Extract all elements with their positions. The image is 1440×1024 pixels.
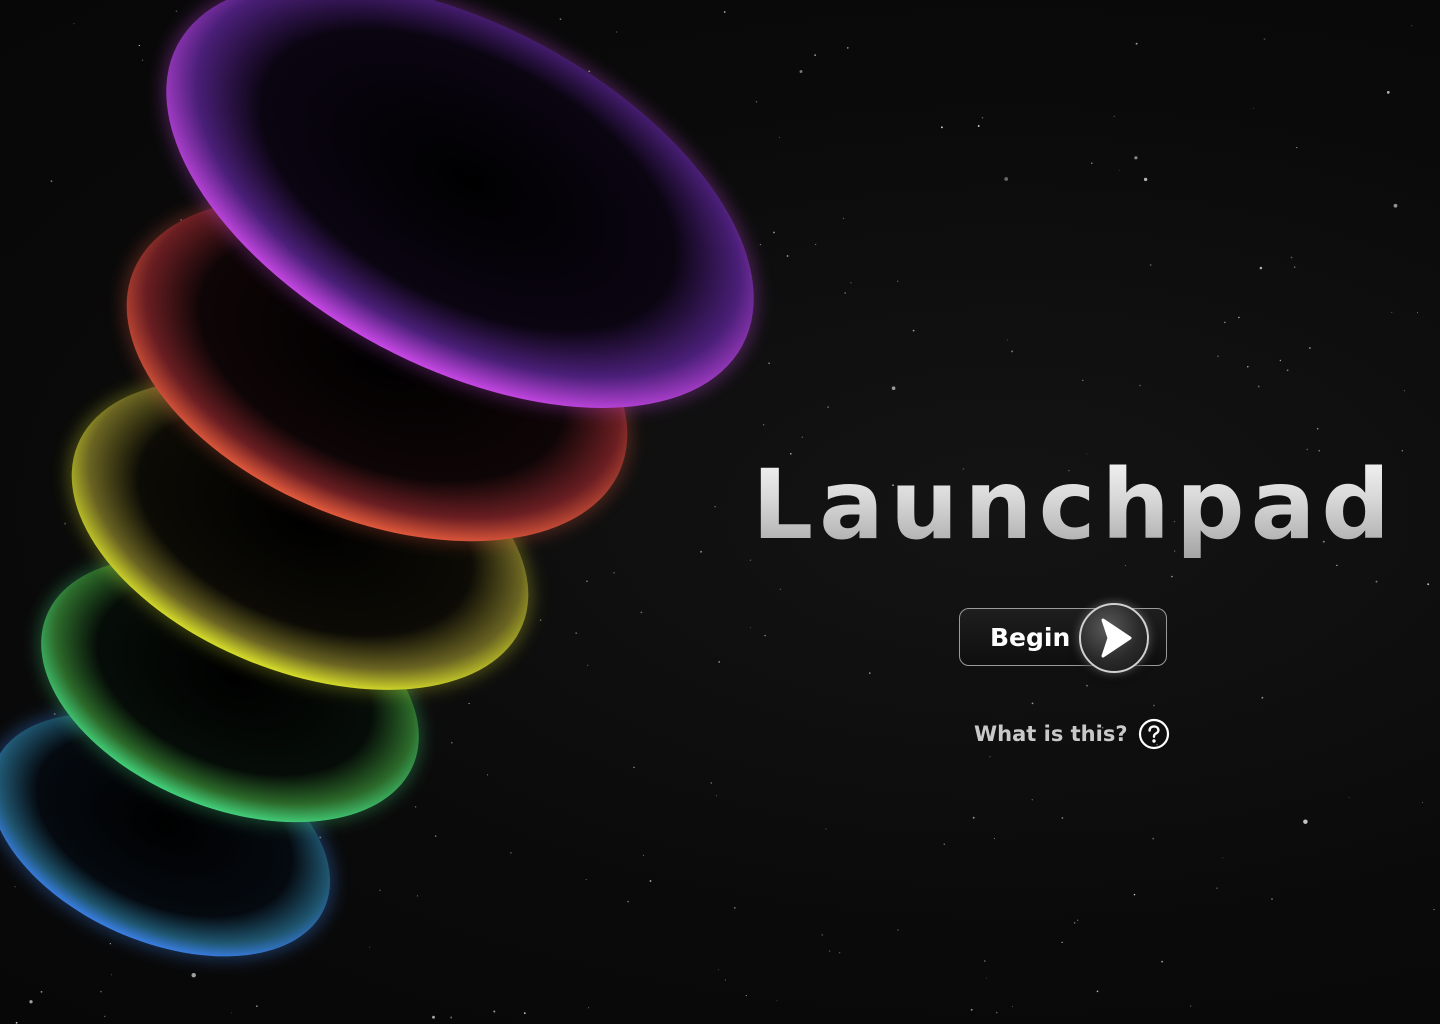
begin-button-label: Begin xyxy=(990,623,1071,652)
what-is-this-label: What is this? xyxy=(974,722,1128,746)
what-is-this-link[interactable]: What is this? xyxy=(974,716,1170,752)
question-circle-icon[interactable] xyxy=(1138,718,1170,750)
play-arrow-icon[interactable] xyxy=(1079,603,1149,673)
begin-button[interactable]: Begin xyxy=(959,603,1167,673)
app-title: Launchpad xyxy=(752,440,1390,570)
launch-screen: Launchpad Begin What is this? xyxy=(0,0,1440,1024)
